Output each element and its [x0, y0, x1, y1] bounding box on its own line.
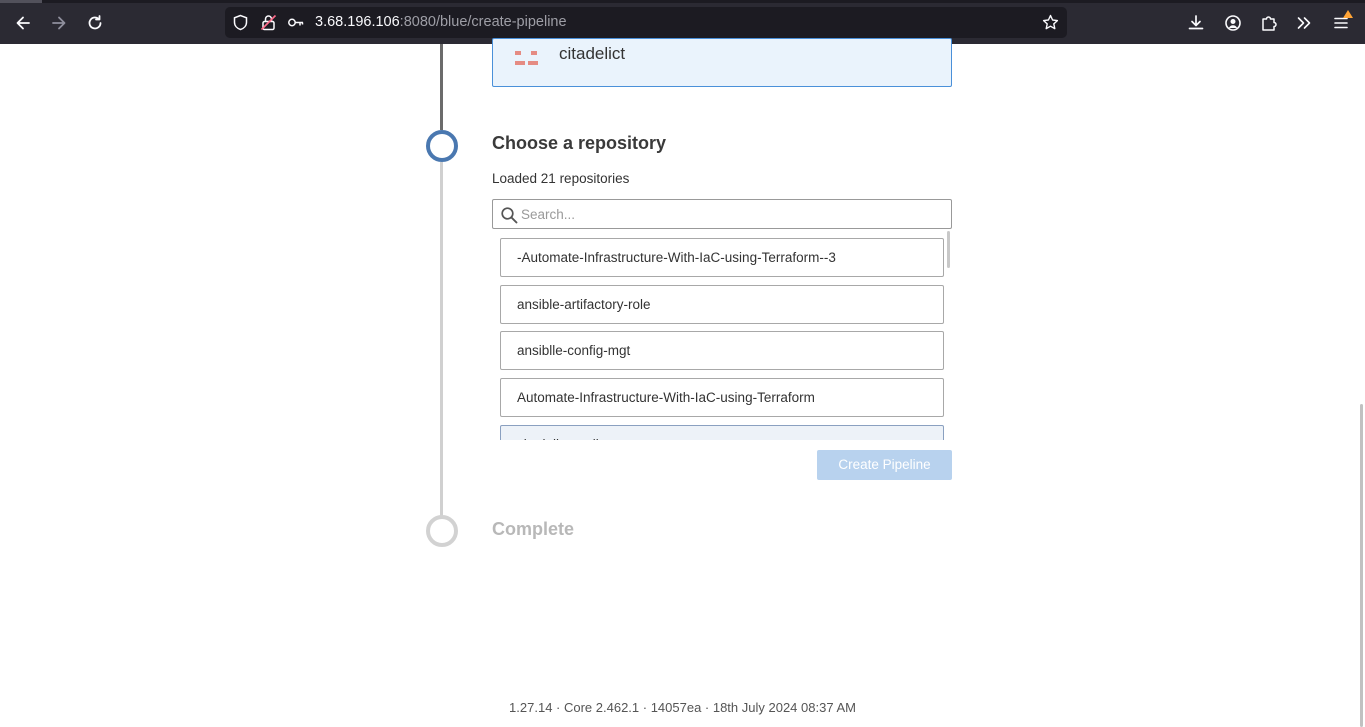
- organization-card[interactable]: citadelict: [492, 38, 952, 87]
- search-icon: [501, 207, 518, 224]
- forward-button[interactable]: [45, 9, 73, 37]
- arrow-left-icon: [16, 16, 30, 30]
- step-indicator-pending: [426, 515, 458, 547]
- repository-search-field[interactable]: [492, 199, 952, 229]
- search-input[interactable]: [521, 204, 941, 224]
- star-icon[interactable]: [1042, 14, 1059, 31]
- create-pipeline-page: citadelict Choose a repository Loaded 21…: [0, 38, 1365, 727]
- account-button[interactable]: [1219, 9, 1247, 37]
- reload-icon: [88, 15, 102, 30]
- extensions-button[interactable]: [1255, 9, 1283, 37]
- reload-button[interactable]: [81, 9, 109, 37]
- create-pipeline-button[interactable]: Create Pipeline: [817, 450, 952, 480]
- list-item[interactable]: Automate-Infrastructure-With-IaC-using-T…: [500, 378, 944, 417]
- back-button[interactable]: [9, 9, 37, 37]
- list-item[interactable]: -Automate-Infrastructure-With-IaC-using-…: [500, 238, 944, 277]
- lock-warning-icon[interactable]: [260, 14, 277, 31]
- organization-avatar: [513, 47, 541, 71]
- list-item[interactable]: citadelict-tooling-repo: [500, 425, 944, 440]
- downloads-button[interactable]: [1182, 9, 1210, 37]
- key-icon[interactable]: [287, 14, 304, 31]
- arrow-right-icon: [52, 16, 66, 30]
- account-icon: [1225, 15, 1241, 31]
- update-badge-icon: [1343, 10, 1353, 18]
- url-path: :8080/blue/create-pipeline: [399, 14, 567, 30]
- organization-name: citadelict: [559, 44, 626, 63]
- puzzle-icon: [1262, 16, 1277, 31]
- download-icon: [1188, 15, 1204, 30]
- repository-list-scrollbar[interactable]: [947, 231, 950, 268]
- repository-count-text: Loaded 21 repositories: [492, 171, 630, 186]
- overflow-button[interactable]: [1290, 9, 1318, 37]
- double-chevron-icon: [1297, 17, 1311, 29]
- step-indicator-active: [426, 130, 458, 162]
- address-bar[interactable]: 3.68.196.106:8080/blue/create-pipeline: [225, 7, 1067, 38]
- url-host: 3.68.196.106: [315, 14, 400, 30]
- timeline-completed-line: [440, 44, 443, 130]
- step-title: Choose a repository: [492, 133, 667, 153]
- version-footer: 1.27.14 · Core 2.462.1 · 14057ea · 18th …: [509, 700, 856, 715]
- list-item[interactable]: ansiblle-config-mgt: [500, 331, 944, 370]
- shield-icon[interactable]: [232, 14, 249, 31]
- url-text[interactable]: 3.68.196.106:8080/blue/create-pipeline: [315, 14, 567, 30]
- tab-strip-edge: [0, 0, 1365, 3]
- complete-step-title: Complete: [492, 519, 575, 539]
- repository-list[interactable]: -Automate-Infrastructure-With-IaC-using-…: [492, 231, 952, 440]
- list-item[interactable]: ansible-artifactory-role: [500, 285, 944, 324]
- tab-edge: [0, 0, 42, 3]
- page-scrollbar[interactable]: [1360, 404, 1363, 727]
- timeline-pending-line: [440, 162, 443, 517]
